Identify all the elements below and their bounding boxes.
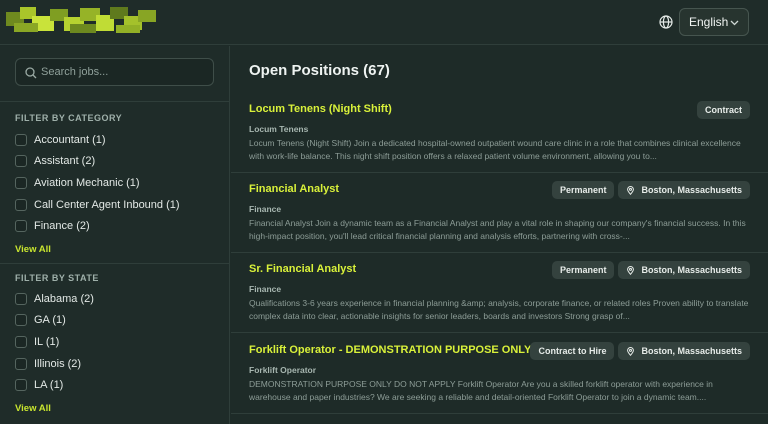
job-tags: Permanent Boston, Massachusetts [551, 261, 750, 279]
job-title-link[interactable]: Forklift Operator - DEMONSTRATION PURPOS… [249, 344, 531, 356]
state-filter-item[interactable]: GA (1) [15, 310, 225, 332]
job-type-badge: Permanent [551, 261, 615, 279]
job-location: Boston, Massachusetts [641, 265, 742, 275]
checkbox[interactable] [15, 198, 27, 211]
job-location: Boston, Massachusetts [641, 346, 742, 356]
filter-sidebar: FILTER BY CATEGORY Accountant (1) Assist… [0, 46, 230, 424]
job-category: Forklift Operator [249, 365, 317, 375]
category-filter-item[interactable]: Accountant (1) [15, 129, 225, 151]
job-tags: Contract to Hire Boston, Massachusetts [530, 342, 750, 360]
job-category: Locum Tenens [249, 124, 309, 134]
checkbox[interactable] [15, 176, 27, 189]
job-location-badge: Boston, Massachusetts [618, 261, 750, 279]
job-location: Boston, Massachusetts [641, 185, 742, 195]
job-card[interactable]: Locum Tenens (Night Shift) Contract Locu… [231, 93, 768, 173]
job-category: Finance [249, 204, 282, 214]
category-filter-item[interactable]: Finance (2) [15, 215, 225, 237]
job-category: Finance [249, 284, 282, 294]
job-card[interactable]: Forklift Operator - DEMONSTRATION PURPOS… [231, 334, 768, 414]
job-title-link[interactable]: Locum Tenens (Night Shift) [249, 103, 392, 115]
category-filter-list: Accountant (1) Assistant (2) Aviation Me… [15, 129, 225, 237]
language-label: English [689, 15, 729, 29]
job-tags: Permanent Boston, Massachusetts [551, 181, 750, 199]
job-listings-panel: Open Positions (67) Locum Tenens (Night … [231, 46, 768, 424]
job-card[interactable]: Financial Analyst Permanent Boston, Mass… [231, 173, 768, 253]
checkbox[interactable] [15, 357, 27, 370]
category-filter-item[interactable]: Assistant (2) [15, 151, 225, 173]
state-filter-item[interactable]: IL (1) [15, 331, 225, 353]
category-view-all-link[interactable]: View All [15, 244, 51, 255]
category-filter-title: FILTER BY CATEGORY [15, 113, 123, 123]
state-view-all-link[interactable]: View All [15, 403, 51, 414]
checkbox[interactable] [15, 155, 27, 168]
checkbox[interactable] [15, 133, 27, 146]
job-description: Financial Analyst Join a dynamic team as… [249, 218, 746, 241]
job-description: DEMONSTRATION PURPOSE ONLY DO NOT APPLY … [249, 379, 713, 402]
map-pin-icon [627, 265, 635, 275]
job-location-badge: Boston, Massachusetts [618, 181, 750, 199]
job-tags: Contract [696, 101, 750, 119]
job-description: Qualifications 3-6 years experience in f… [249, 298, 749, 321]
map-pin-icon [627, 185, 635, 195]
category-filter-item[interactable]: Call Center Agent Inbound (1) [15, 194, 225, 216]
checkbox[interactable] [15, 335, 27, 348]
checkbox[interactable] [15, 314, 27, 327]
category-filter-item[interactable]: Aviation Mechanic (1) [15, 172, 225, 194]
company-logo[interactable] [6, 7, 158, 37]
job-type-badge: Contract [696, 101, 750, 119]
state-filter-title: FILTER BY STATE [15, 273, 99, 283]
checkbox[interactable] [15, 292, 27, 305]
job-card[interactable]: Sr. Financial Analyst Permanent Boston, … [231, 253, 768, 333]
state-filter-list: Alabama (2) GA (1) IL (1) Illinois (2) L… [15, 288, 225, 396]
chevron-down-icon [730, 20, 739, 26]
page-title: Open Positions (67) [249, 62, 390, 79]
checkbox[interactable] [15, 220, 27, 233]
map-pin-icon [627, 346, 635, 356]
search-box[interactable] [15, 58, 214, 86]
job-type-badge: Contract to Hire [530, 342, 615, 360]
search-icon [25, 67, 37, 79]
globe-icon[interactable] [659, 15, 673, 29]
job-type-badge: Permanent [551, 181, 615, 199]
job-title-link[interactable]: Sr. Financial Analyst [249, 263, 356, 275]
top-bar: English [0, 0, 768, 45]
state-filter-item[interactable]: Illinois (2) [15, 353, 225, 375]
language-selector[interactable]: English [679, 8, 749, 36]
divider [0, 101, 230, 102]
divider [0, 263, 230, 264]
state-filter-item[interactable]: LA (1) [15, 374, 225, 396]
job-title-link[interactable]: Financial Analyst [249, 183, 339, 195]
checkbox[interactable] [15, 379, 27, 392]
job-description: Locum Tenens (Night Shift) Join a dedica… [249, 138, 741, 161]
state-filter-item[interactable]: Alabama (2) [15, 288, 225, 310]
search-input[interactable] [41, 59, 211, 85]
job-location-badge: Boston, Massachusetts [618, 342, 750, 360]
